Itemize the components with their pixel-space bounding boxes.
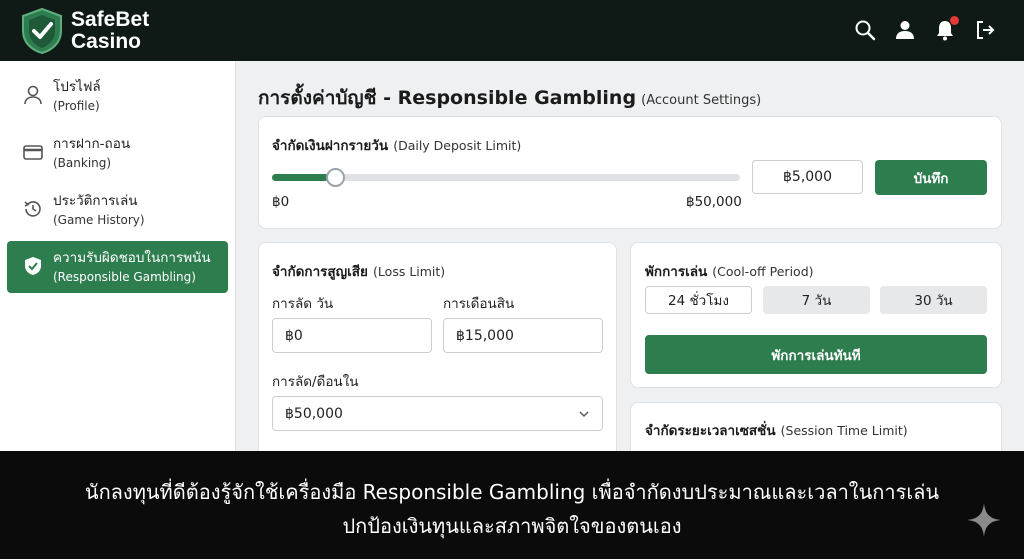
slider-handle[interactable] xyxy=(326,168,345,187)
loss-limit-title: จำกัดการสูญเสีย (Loss Limit) xyxy=(272,260,445,282)
page-title: การตั้งค่าบัญชี - Responsible Gambling (… xyxy=(258,83,761,113)
slider-max-label: ฿50,000 xyxy=(686,194,742,210)
daily-loss-input[interactable]: ฿0 xyxy=(272,318,432,353)
period-loss-label: การลัด/ดือนใน xyxy=(272,374,359,390)
cool-off-now-button[interactable]: พักการเล่นทันที xyxy=(645,335,987,374)
credit-card-icon xyxy=(22,141,44,163)
sidebar-item-label: การฝาก-ถอน xyxy=(53,136,131,152)
sidebar-item-profile[interactable]: โปรไฟล์ (Profile) xyxy=(7,70,228,122)
user-icon[interactable] xyxy=(894,19,916,41)
session-limit-title-th: จำกัดระยะเวลาเซสชั่น xyxy=(645,423,776,439)
cool-off-title-th: พักการเล่น xyxy=(645,264,708,280)
deposit-limit-title: จำกัดเงินฝากรายวัน (Daily Deposit Limit) xyxy=(272,134,521,156)
user-icon xyxy=(22,84,44,106)
sidebar-item-sublabel: (Responsible Gambling) xyxy=(53,270,196,284)
sidebar-item-label: ความรับผิดชอบในการพนัน xyxy=(53,250,211,266)
sidebar-item-sublabel: (Banking) xyxy=(53,156,112,170)
page-title-text: การตั้งค่าบัญชี - Responsible Gambling xyxy=(258,87,637,109)
deposit-limit-title-en: (Daily Deposit Limit) xyxy=(393,138,522,153)
cool-off-option-7d[interactable]: 7 วัน xyxy=(763,286,870,314)
caption-line-2: ปกป้องเงินทุนและสภาพจิตใจของตนเอง xyxy=(342,514,682,538)
notification-dot xyxy=(950,16,959,25)
cool-off-option-24h[interactable]: 24 ชั่วโมง xyxy=(645,286,752,314)
search-icon[interactable] xyxy=(854,19,876,41)
shield-check-icon xyxy=(22,255,44,277)
sidebar-item-sublabel: (Game History) xyxy=(53,213,145,227)
session-limit-title: จำกัดระยะเวลาเซสชั่น (Session Time Limit… xyxy=(645,419,908,441)
bell-icon[interactable] xyxy=(934,16,959,41)
top-header: SafeBet Casino xyxy=(0,0,1024,61)
period-loss-value: ฿50,000 xyxy=(285,405,343,422)
deposit-limit-title-th: จำกัดเงินฝากรายวัน xyxy=(272,138,389,154)
daily-loss-label: การลัด วัน xyxy=(272,296,334,312)
sidebar-item-label: โปรไฟล์ xyxy=(53,79,101,95)
page-title-subtext: (Account Settings) xyxy=(641,93,762,108)
period-loss-select[interactable]: ฿50,000 xyxy=(272,396,603,431)
chevron-down-icon xyxy=(579,411,589,418)
cool-off-option-30d[interactable]: 30 วัน xyxy=(880,286,987,314)
sparkle-icon xyxy=(966,502,1002,538)
brand-name: SafeBet xyxy=(71,8,150,31)
sidebar-item-banking[interactable]: การฝาก-ถอน (Banking) xyxy=(7,127,228,179)
monthly-loss-input[interactable]: ฿15,000 xyxy=(443,318,603,353)
deposit-limit-slider[interactable] xyxy=(272,168,740,187)
logout-icon[interactable] xyxy=(974,19,996,41)
monthly-loss-label: การเดือนสิน xyxy=(443,296,515,312)
session-limit-title-en: (Session Time Limit) xyxy=(780,423,908,438)
sidebar-item-responsible-gambling[interactable]: ความรับผิดชอบในการพนัน (Responsible Gamb… xyxy=(7,241,228,293)
history-icon xyxy=(22,198,44,220)
sidebar-item-label: ประวัติการเล่น xyxy=(53,193,138,209)
sidebar: โปรไฟล์ (Profile) การฝาก-ถอน (Banking) ป… xyxy=(0,61,236,451)
cool-off-title: พักการเล่น (Cool-off Period) xyxy=(645,260,814,282)
cool-off-title-en: (Cool-off Period) xyxy=(712,264,814,279)
loss-limit-title-th: จำกัดการสูญเสีย xyxy=(272,264,368,280)
brand-subname: Casino xyxy=(71,30,142,53)
slider-min-label: ฿0 xyxy=(272,194,290,210)
save-button[interactable]: บันทึก xyxy=(875,160,987,195)
sidebar-item-game-history[interactable]: ประวัติการเล่น (Game History) xyxy=(7,184,228,236)
caption-line-1: นักลงทุนที่ดีต้องรู้จักใช้เครื่องมือ Res… xyxy=(84,480,940,504)
loss-limit-title-en: (Loss Limit) xyxy=(373,264,446,279)
shield-logo-icon[interactable] xyxy=(20,7,64,55)
deposit-limit-input[interactable]: ฿5,000 xyxy=(752,160,863,194)
sidebar-item-sublabel: (Profile) xyxy=(53,99,100,113)
